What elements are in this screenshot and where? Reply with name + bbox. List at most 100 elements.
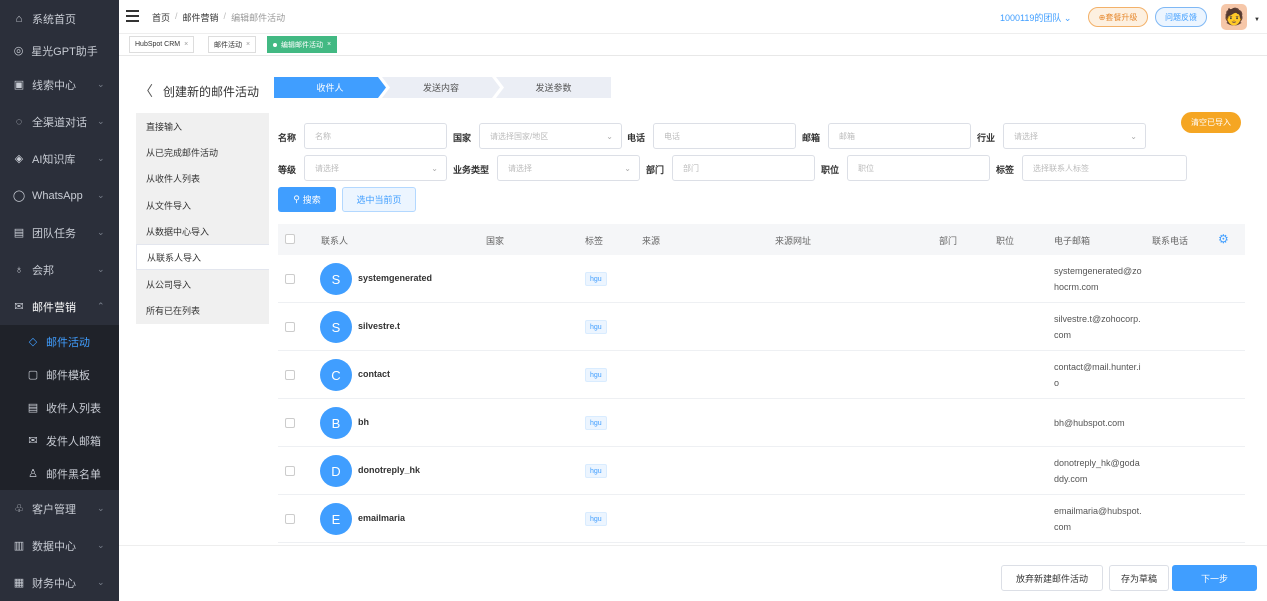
chevron-down-icon: ⌄ xyxy=(97,227,105,237)
select-all-checkbox[interactable] xyxy=(285,234,295,244)
save-draft-button[interactable]: 存为草稿 xyxy=(1109,565,1169,591)
avatar[interactable]: 🧑 xyxy=(1221,4,1247,30)
tab-edit-email-campaign[interactable]: 编辑邮件活动 × xyxy=(267,36,338,53)
next-step-button[interactable]: 下一步 xyxy=(1172,565,1257,591)
discard-campaign-button[interactable]: 放弃新建邮件活动 xyxy=(1001,565,1103,591)
search-button[interactable]: ⚲ 搜索 xyxy=(278,187,336,212)
sidebar-item-label: 全渠道对话 xyxy=(32,116,87,129)
upgrade-button[interactable]: ⊕套餐升级 xyxy=(1088,7,1148,27)
biz-type-select[interactable]: 请选择 ⌄ xyxy=(497,155,640,181)
row-checkbox[interactable] xyxy=(285,322,295,332)
source-companies[interactable]: 从公司导入 xyxy=(136,271,269,297)
table-row[interactable]: S silvestre.t hgu silvestre.t@zohocorp.c… xyxy=(278,303,1245,351)
sidebar-subitem-label: 邮件黑名单 xyxy=(46,468,101,481)
sidebar-item-customers[interactable]: ♧ 客户管理 ⌄ xyxy=(0,490,119,527)
filter-label-level: 等级 xyxy=(278,165,297,175)
close-icon[interactable]: × xyxy=(184,41,188,48)
level-select[interactable]: 请选择 ⌄ xyxy=(304,155,447,181)
tab-email-campaign[interactable]: 邮件活动 × xyxy=(208,36,257,53)
breadcrumb-section[interactable]: 邮件营销 xyxy=(183,11,219,24)
industry-select[interactable]: 请选择 ⌄ xyxy=(1003,123,1146,149)
menu-toggle-icon[interactable] xyxy=(126,10,139,22)
back-link[interactable]: 〈 创建新的邮件活动 xyxy=(139,81,259,101)
step-params[interactable]: 发送参数 xyxy=(496,77,611,98)
gear-icon[interactable]: ⚙ xyxy=(1218,232,1229,246)
contact-email: bh@hubspot.com xyxy=(1054,418,1125,428)
row-checkbox[interactable] xyxy=(285,418,295,428)
sidebar-item-label: 星光GPT助手 xyxy=(31,45,98,58)
whatsapp-icon: ◯ xyxy=(12,190,26,202)
sidebar-item-gpt[interactable]: ◎ 星光GPT助手 xyxy=(0,32,119,69)
contact-name: silvestre.t xyxy=(358,321,401,331)
sidebar-subitem-recipient-list[interactable]: ▤ 收件人列表 xyxy=(0,391,119,424)
email-input[interactable]: 邮箱 xyxy=(828,123,971,149)
blacklist-icon: ♙ xyxy=(28,468,38,480)
sidebar-item-knowledge[interactable]: ◈ AI知识库 ⌄ xyxy=(0,140,119,177)
row-checkbox[interactable] xyxy=(285,274,295,284)
sidebar-subitem-blacklist[interactable]: ♙ 邮件黑名单 xyxy=(0,457,119,490)
row-checkbox[interactable] xyxy=(285,514,295,524)
tag-badge: hgu xyxy=(585,464,607,478)
sidebar-subitem-campaign[interactable]: ◇ 邮件活动 xyxy=(0,325,119,358)
team-switcher[interactable]: 1000119的团队 ⌄ xyxy=(1000,11,1071,24)
step-content[interactable]: 发送内容 xyxy=(382,77,500,98)
sender-icon: ✉ xyxy=(28,435,38,447)
phone-input[interactable]: 电话 xyxy=(653,123,796,149)
table-row[interactable]: D donotreply_hk hgu donotreply_hk@godadd… xyxy=(278,447,1245,495)
caret-down-icon[interactable]: ▼ xyxy=(1254,17,1260,23)
tab-hubspot-crm[interactable]: HubSpot CRM × xyxy=(129,36,195,53)
col-source-url: 来源网址 xyxy=(775,236,812,246)
contact-avatar: S xyxy=(320,263,352,295)
close-icon[interactable]: × xyxy=(246,41,250,48)
level-placeholder: 请选择 xyxy=(315,163,339,173)
sidebar-subitem-label: 邮件活动 xyxy=(46,336,90,349)
tag-badge: hgu xyxy=(585,512,607,526)
source-completed-campaign[interactable]: 从已完成邮件活动 xyxy=(136,139,269,165)
tab-label: HubSpot CRM xyxy=(135,41,181,48)
row-checkbox[interactable] xyxy=(285,370,295,380)
table-row[interactable]: C contact hgu contact@mail.hunter.io xyxy=(278,351,1245,399)
source-direct-input[interactable]: 直接输入 xyxy=(136,113,269,139)
source-data-center[interactable]: 从数据中心导入 xyxy=(136,218,269,244)
country-select[interactable]: 请选择国家/地区 ⌄ xyxy=(479,123,622,149)
sidebar-item-email-marketing[interactable]: ✉ 邮件营销 ⌃ xyxy=(0,288,119,325)
name-input[interactable]: 名称 xyxy=(304,123,447,149)
step-recipients[interactable]: 收件人 xyxy=(274,77,386,98)
row-checkbox[interactable] xyxy=(285,466,295,476)
contact-name: emailmaria xyxy=(358,513,406,523)
sidebar-subitem-label: 收件人列表 xyxy=(46,402,101,415)
sidebar-item-tasks[interactable]: ▤ 团队任务 ⌄ xyxy=(0,214,119,251)
contact-avatar: S xyxy=(320,311,352,343)
table-row[interactable]: E emailmaria hgu emailmaria@hubspot.com xyxy=(278,495,1245,543)
source-file-import[interactable]: 从文件导入 xyxy=(136,192,269,218)
clear-imported-button[interactable]: 清空已导入 xyxy=(1181,112,1241,133)
feedback-button[interactable]: 问题反馈 xyxy=(1155,7,1207,27)
sidebar-subitem-template[interactable]: ▢ 邮件模板 xyxy=(0,358,119,391)
sidebar: ⌂ 系统首页 ◎ 星光GPT助手 ▣ 线索中心 ⌄ ◌ 全渠道对话 ⌄ ◈ AI知识库 ⌄ ◯ W… xyxy=(0,0,119,601)
sidebar-item-whatsapp[interactable]: ◯ WhatsApp ⌄ xyxy=(0,177,119,214)
sidebar-item-leads[interactable]: ▣ 线索中心 ⌄ xyxy=(0,66,119,103)
sidebar-item-huibang[interactable]: ♁ 会邦 ⌄ xyxy=(0,251,119,288)
chevron-down-icon: ⌄ xyxy=(97,116,105,126)
close-icon[interactable]: × xyxy=(327,41,331,48)
source-contacts[interactable]: 从联系人导入 xyxy=(136,244,269,270)
tag-select[interactable]: 选择联系人标签 xyxy=(1022,155,1187,181)
sidebar-subitem-sender[interactable]: ✉ 发件人邮箱 xyxy=(0,424,119,457)
sidebar-item-finance[interactable]: ▦ 财务中心 ⌄ xyxy=(0,564,119,601)
chat-icon: ◌ xyxy=(15,115,23,128)
position-input[interactable]: 职位 xyxy=(847,155,990,181)
breadcrumb-home[interactable]: 首页 xyxy=(152,11,170,24)
col-contact: 联系人 xyxy=(321,236,349,246)
table-row[interactable]: S systemgenerated hgu systemgenerated@zo… xyxy=(278,255,1245,303)
contact-name: contact xyxy=(358,369,391,379)
step-indicator: 收件人 发送内容 发送参数 xyxy=(274,77,611,98)
sidebar-item-chat[interactable]: ◌ 全渠道对话 ⌄ xyxy=(0,103,119,140)
filter-label-phone: 电话 xyxy=(627,133,646,143)
source-all-listed[interactable]: 所有已在列表 xyxy=(136,297,269,323)
source-recipient-list[interactable]: 从收件人列表 xyxy=(136,165,269,191)
select-current-page-button[interactable]: 选中当前页 xyxy=(342,187,416,212)
dept-input[interactable]: 部门 xyxy=(672,155,815,181)
sidebar-item-data[interactable]: ▥ 数据中心 ⌄ xyxy=(0,527,119,564)
table-row[interactable]: B bh hgu bh@hubspot.com xyxy=(278,399,1245,447)
chevron-left-icon[interactable]: 〈 xyxy=(139,81,153,101)
